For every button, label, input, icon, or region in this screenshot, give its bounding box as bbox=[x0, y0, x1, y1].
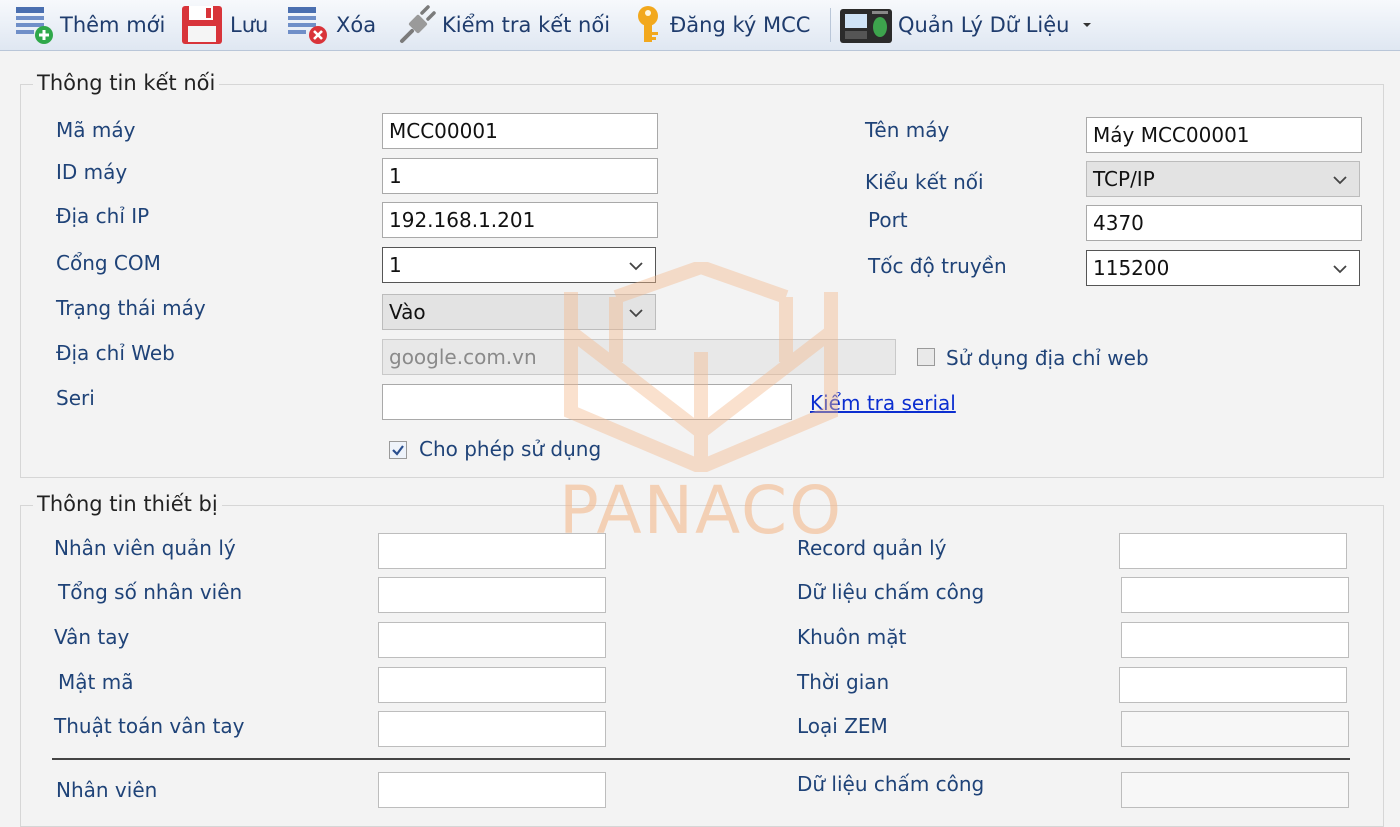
serial-input[interactable] bbox=[382, 384, 792, 420]
device-info-title: Thông tin thiết bị bbox=[33, 492, 222, 516]
data-management-label: Quản Lý Dữ Liệu bbox=[898, 13, 1070, 37]
com-port-select[interactable]: 1 bbox=[382, 247, 656, 283]
ip-address-label: Địa chỉ IP bbox=[56, 204, 150, 228]
allow-use-label: Cho phép sử dụng bbox=[419, 437, 602, 461]
use-web-label: Sử dụng địa chỉ web bbox=[946, 346, 1149, 370]
floppy-disk-icon bbox=[182, 6, 222, 44]
key-icon bbox=[638, 6, 658, 42]
device-left-input[interactable] bbox=[378, 667, 606, 703]
chevron-down-icon bbox=[629, 262, 643, 271]
check-serial-link[interactable]: Kiểm tra serial bbox=[810, 391, 956, 415]
baud-rate-select[interactable]: 115200 bbox=[1086, 250, 1360, 286]
device-left-label: Thuật toán vân tay bbox=[54, 714, 245, 738]
use-web-checkbox[interactable] bbox=[917, 348, 935, 366]
delete-button[interactable]: Xóa bbox=[286, 4, 376, 46]
toolbar: Thêm mới Lưu Xóa Kiểm tra kết nối Đăng k… bbox=[0, 0, 1400, 51]
device-right-label: Khuôn mặt bbox=[797, 625, 907, 649]
machine-name-label: Tên máy bbox=[865, 118, 950, 142]
chevron-down-icon bbox=[1333, 176, 1347, 185]
add-button-label: Thêm mới bbox=[60, 13, 166, 37]
register-mcc-label: Đăng ký MCC bbox=[670, 13, 811, 37]
com-port-value: 1 bbox=[389, 253, 402, 277]
connection-type-select[interactable]: TCP/IP bbox=[1086, 161, 1360, 197]
employee-label: Nhân viên bbox=[56, 778, 158, 802]
allow-use-checkbox[interactable] bbox=[389, 441, 407, 459]
plug-icon bbox=[400, 5, 436, 43]
device-right-input[interactable] bbox=[1121, 622, 1349, 658]
device-right-label: Thời gian bbox=[797, 670, 890, 694]
port-label: Port bbox=[868, 208, 908, 232]
device-left-input[interactable] bbox=[378, 711, 606, 747]
save-button[interactable]: Lưu bbox=[180, 4, 268, 46]
machine-code-input[interactable]: MCC00001 bbox=[382, 113, 658, 149]
chevron-down-icon bbox=[1333, 265, 1347, 274]
save-button-label: Lưu bbox=[230, 13, 269, 37]
test-connection-button[interactable]: Kiểm tra kết nối bbox=[398, 4, 610, 46]
connection-info-title: Thông tin kết nối bbox=[33, 71, 220, 95]
add-document-icon bbox=[16, 7, 53, 44]
device-right-label: Dữ liệu chấm công bbox=[797, 580, 985, 604]
delete-document-icon bbox=[288, 7, 327, 44]
device-left-label: Vân tay bbox=[54, 625, 130, 649]
device-left-input[interactable] bbox=[378, 577, 606, 613]
device-left-label: Mật mã bbox=[58, 670, 134, 694]
device-right-input[interactable] bbox=[1121, 711, 1349, 747]
device-right-input[interactable] bbox=[1119, 533, 1347, 569]
delete-button-label: Xóa bbox=[336, 13, 377, 37]
device-right-input[interactable] bbox=[1121, 577, 1349, 613]
machine-code-label: Mã máy bbox=[56, 118, 136, 142]
com-port-label: Cổng COM bbox=[56, 251, 161, 275]
employee-input[interactable] bbox=[378, 772, 606, 808]
device-left-input[interactable] bbox=[378, 622, 606, 658]
device-right-input[interactable] bbox=[1119, 667, 1347, 703]
data-management-menu[interactable]: Quản Lý Dữ Liệu bbox=[838, 4, 1102, 46]
test-connection-label: Kiểm tra kết nối bbox=[442, 13, 611, 37]
machine-name-input[interactable]: Máy MCC00001 bbox=[1086, 117, 1362, 153]
serial-label: Seri bbox=[56, 386, 95, 410]
machine-status-label: Trạng thái máy bbox=[56, 296, 206, 320]
baud-rate-value: 115200 bbox=[1093, 256, 1170, 280]
baud-rate-label: Tốc độ truyền bbox=[868, 254, 1007, 278]
machine-status-select[interactable]: Vào bbox=[382, 294, 656, 330]
checkmark-icon bbox=[392, 445, 404, 456]
attendance-machine-icon bbox=[840, 9, 892, 43]
add-button[interactable]: Thêm mới bbox=[14, 4, 165, 46]
port-input[interactable]: 4370 bbox=[1086, 205, 1362, 241]
machine-id-input[interactable]: 1 bbox=[382, 158, 658, 194]
register-mcc-button[interactable]: Đăng ký MCC bbox=[630, 4, 810, 46]
device-left-label: Tổng số nhân viên bbox=[58, 580, 243, 604]
device-right-label: Loại ZEM bbox=[797, 714, 888, 738]
device-right-label: Record quản lý bbox=[797, 536, 947, 560]
web-address-input[interactable]: google.com.vn bbox=[382, 339, 896, 375]
web-address-label: Địa chỉ Web bbox=[56, 341, 175, 365]
connection-type-label: Kiểu kết nối bbox=[865, 170, 984, 194]
machine-id-label: ID máy bbox=[56, 160, 128, 184]
caret-down-icon bbox=[1082, 23, 1091, 27]
attendance-data-label: Dữ liệu chấm công bbox=[797, 772, 985, 796]
device-left-label: Nhân viên quản lý bbox=[54, 536, 236, 560]
ip-address-input[interactable]: 192.168.1.201 bbox=[382, 202, 658, 238]
device-left-input[interactable] bbox=[378, 533, 606, 569]
attendance-data-input[interactable] bbox=[1121, 772, 1349, 808]
chevron-down-icon bbox=[629, 309, 643, 318]
toolbar-separator bbox=[830, 8, 831, 42]
section-divider bbox=[52, 758, 1350, 760]
connection-type-value: TCP/IP bbox=[1093, 167, 1155, 191]
machine-status-value: Vào bbox=[389, 300, 426, 324]
